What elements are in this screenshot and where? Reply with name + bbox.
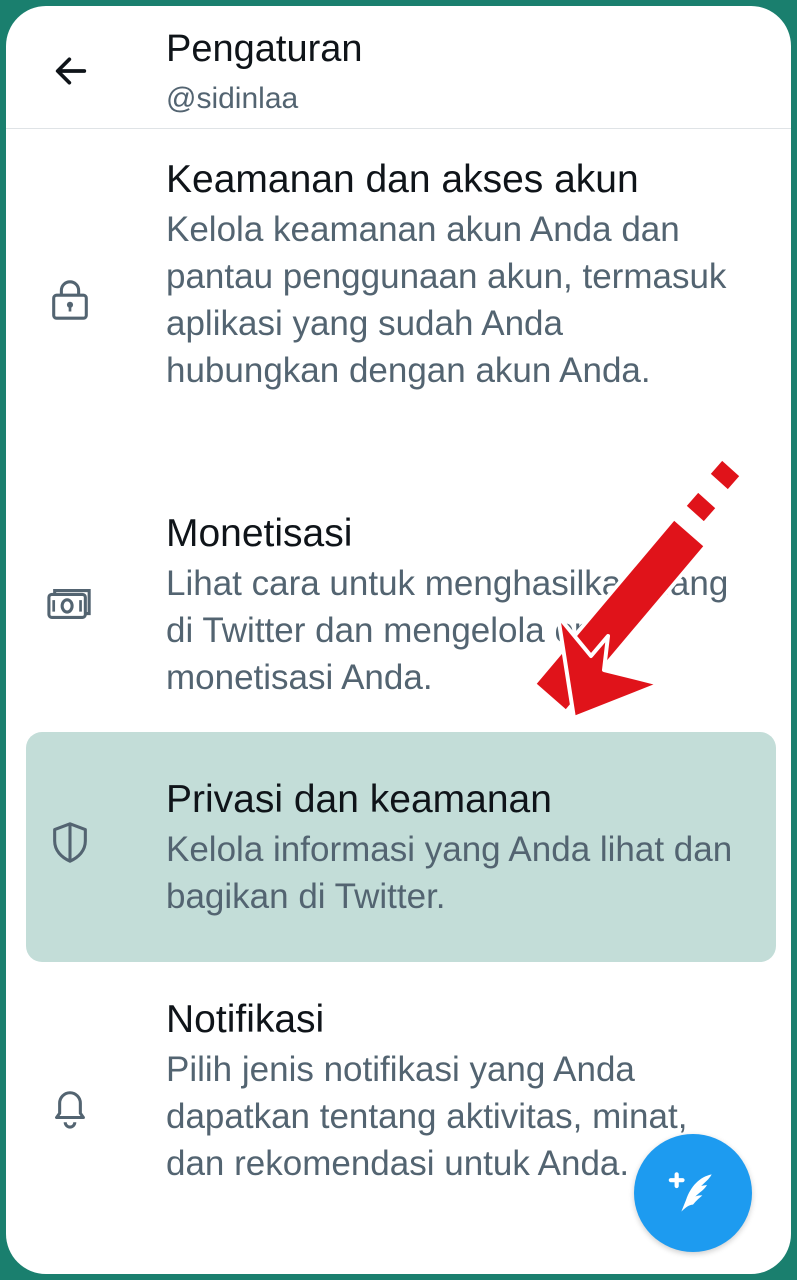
shield-icon xyxy=(44,816,96,868)
settings-item-description: Lihat cara untuk menghasilkan uang di Tw… xyxy=(166,564,729,697)
compose-tweet-button[interactable] xyxy=(634,1134,752,1252)
arrow-left-icon xyxy=(55,57,87,85)
settings-item-monetization[interactable]: Monetisasi Lihat cara untuk menghasilkan… xyxy=(6,506,791,706)
page-title: Pengaturan xyxy=(166,28,363,70)
settings-item-title: Monetisasi xyxy=(166,512,353,555)
top-app-bar: Pengaturan @sidinlaa xyxy=(6,6,791,129)
settings-item-title: Notifikasi xyxy=(166,998,325,1041)
back-button[interactable] xyxy=(46,46,96,96)
bell-icon xyxy=(44,1080,96,1132)
settings-item-title: Privasi dan keamanan xyxy=(166,778,552,821)
lock-icon xyxy=(44,274,96,326)
settings-item-description: Kelola keamanan akun Anda dan pantau pen… xyxy=(166,210,727,390)
settings-item-title: Keamanan dan akses akun xyxy=(166,158,639,201)
compose-tweet-icon xyxy=(668,1172,712,1212)
account-handle: @sidinlaa xyxy=(166,82,299,115)
settings-item-privacy-safety[interactable]: Privasi dan keamanan Kelola informasi ya… xyxy=(6,766,791,926)
settings-item-description: Kelola informasi yang Anda lihat dan bag… xyxy=(166,830,733,916)
settings-screen: Pengaturan @sidinlaa Keamanan dan akses … xyxy=(6,6,791,1274)
settings-item-security-account-access[interactable]: Keamanan dan akses akun Kelola keamanan … xyxy=(6,146,791,446)
money-icon xyxy=(44,578,96,630)
